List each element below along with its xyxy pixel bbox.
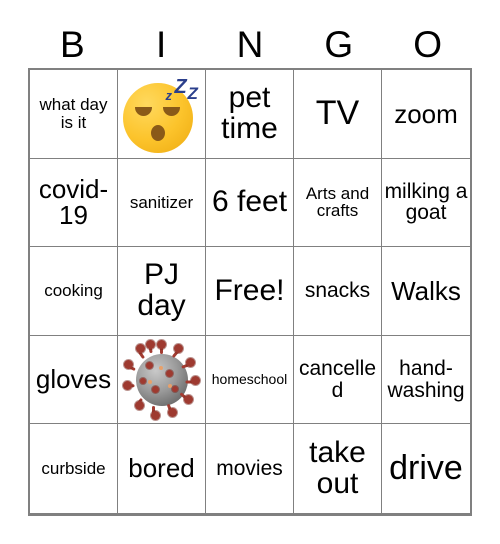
- bingo-cell-o5[interactable]: drive: [382, 424, 470, 513]
- bingo-cell-i5[interactable]: bored: [118, 424, 206, 513]
- bingo-cell-g3[interactable]: snacks: [294, 247, 382, 336]
- bingo-cell-g5[interactable]: take out: [294, 424, 382, 513]
- bingo-cell-o1[interactable]: zoom: [382, 70, 470, 159]
- emoji-z-large: Z: [174, 75, 187, 98]
- bingo-header-letter-b: B: [60, 23, 85, 65]
- bingo-cell-i1[interactable]: z Z Z: [118, 70, 206, 159]
- bingo-cell-n4[interactable]: homeschool: [206, 335, 294, 425]
- bingo-cell-i3[interactable]: PJ day: [118, 247, 206, 336]
- bingo-cell-b5[interactable]: curbside: [30, 424, 118, 513]
- bingo-cell-n2[interactable]: 6 feet: [206, 158, 294, 248]
- coronavirus-icon: [122, 339, 202, 420]
- bingo-cell-i2[interactable]: sanitizer: [118, 158, 206, 248]
- bingo-cell-o4[interactable]: hand-washing: [382, 336, 470, 425]
- bingo-grid: what day is it z Z Z pet time TV zoom co…: [28, 68, 472, 516]
- bingo-cell-free-space[interactable]: Free!: [206, 247, 294, 336]
- bingo-cell-g1[interactable]: TV: [294, 70, 382, 159]
- bingo-header-letter-o: O: [413, 23, 442, 65]
- bingo-cell-b4[interactable]: gloves: [30, 335, 118, 425]
- bingo-header-letter-i: I: [156, 23, 167, 65]
- bingo-cell-i4[interactable]: [118, 335, 206, 425]
- bingo-cell-o2[interactable]: milking a goat: [382, 159, 470, 248]
- bingo-cell-n5[interactable]: movies: [206, 424, 294, 513]
- bingo-cell-g4[interactable]: cancelled: [294, 335, 382, 425]
- bingo-header-row: B I N G O: [28, 20, 472, 68]
- bingo-header-letter-n: N: [236, 23, 264, 65]
- bingo-cell-n1[interactable]: pet time: [206, 70, 294, 159]
- emoji-z-small: z: [165, 87, 173, 103]
- bingo-cell-o3[interactable]: Walks: [382, 247, 470, 336]
- emoji-mouth: [150, 124, 165, 141]
- bingo-cell-g2[interactable]: Arts and crafts: [294, 158, 382, 248]
- bingo-header-letter-g: G: [324, 23, 354, 65]
- bingo-cell-b3[interactable]: cooking: [30, 247, 118, 336]
- bingo-cell-b1[interactable]: what day is it: [30, 70, 118, 159]
- emoji-z-medium: Z: [187, 83, 198, 103]
- bingo-card: B I N G O what day is it z Z Z pet time …: [0, 0, 500, 544]
- sleeping-face-emoji: z Z Z: [122, 75, 201, 153]
- bingo-cell-b2[interactable]: covid-19: [30, 158, 118, 248]
